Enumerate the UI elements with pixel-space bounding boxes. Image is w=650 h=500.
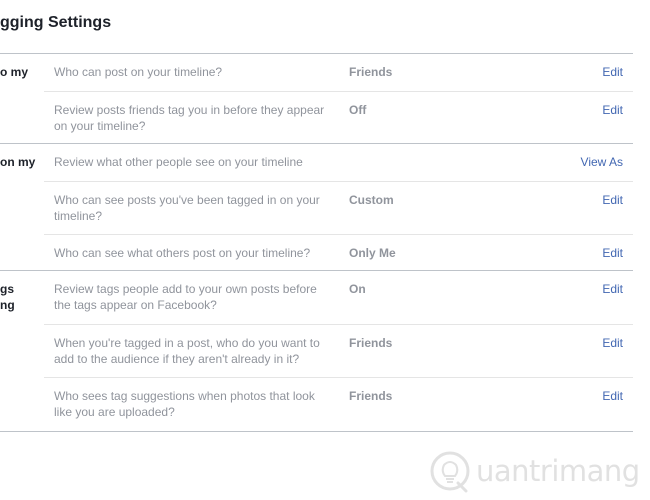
settings-row: Who can post on your timeline? Friends E…: [44, 54, 633, 91]
watermark-text: uantrimang: [476, 454, 640, 488]
row-value: Friends: [349, 336, 393, 350]
settings-row: Who sees tag suggestions when photos tha…: [44, 377, 633, 431]
row-value: Off: [349, 103, 367, 117]
edit-link[interactable]: Edit: [602, 102, 623, 118]
page-title: gging Settings: [0, 14, 112, 31]
row-description: When you're tagged in a post, who do you…: [54, 336, 320, 366]
settings-row: Who can see what others post on your tim…: [44, 234, 633, 272]
row-description: Review what other people see on your tim…: [54, 155, 303, 169]
settings-row: Who can see posts you've been tagged in …: [44, 181, 633, 234]
row-description: Review tags people add to your own posts…: [54, 282, 317, 312]
edit-link[interactable]: Edit: [602, 281, 623, 297]
edit-link[interactable]: Edit: [602, 335, 623, 351]
edit-link[interactable]: Edit: [602, 192, 623, 208]
row-value: Friends: [349, 65, 393, 79]
settings-section-tagging: gs ng Review tags people add to your own…: [0, 270, 633, 432]
settings-row: Review what other people see on your tim…: [44, 144, 633, 181]
row-description: Who can post on your timeline?: [54, 65, 223, 79]
settings-section-timeline-posting: o my Who can post on your timeline? Frie…: [0, 53, 633, 144]
row-description: Who sees tag suggestions when photos tha…: [54, 389, 315, 419]
settings-row: Review posts friends tag you in before t…: [44, 91, 633, 144]
lightbulb-q-logo-icon: [430, 451, 470, 493]
row-value: Friends: [349, 389, 393, 403]
settings-section-timeline-viewing: on my Review what other people see on yo…: [0, 143, 633, 271]
section-label: on my: [0, 155, 36, 169]
section-label: o my: [0, 65, 29, 79]
section-label: gs ng: [0, 282, 15, 312]
row-value: Custom: [349, 193, 394, 207]
edit-link[interactable]: Edit: [602, 64, 623, 80]
edit-link[interactable]: Edit: [602, 388, 623, 404]
settings-row: When you're tagged in a post, who do you…: [44, 324, 633, 377]
row-value: On: [349, 282, 366, 296]
row-value: Only Me: [349, 246, 396, 260]
row-description: Review posts friends tag you in before t…: [54, 103, 325, 133]
edit-link[interactable]: Edit: [602, 245, 623, 261]
tagging-settings-page: gging Settings o my Who can post on your…: [0, 0, 650, 500]
row-description: Who can see posts you've been tagged in …: [54, 193, 320, 223]
row-description: Who can see what others post on your tim…: [54, 246, 311, 260]
watermark: uantrimang: [428, 448, 650, 498]
settings-row: Review tags people add to your own posts…: [44, 271, 633, 324]
view-as-link[interactable]: View As: [581, 154, 623, 170]
